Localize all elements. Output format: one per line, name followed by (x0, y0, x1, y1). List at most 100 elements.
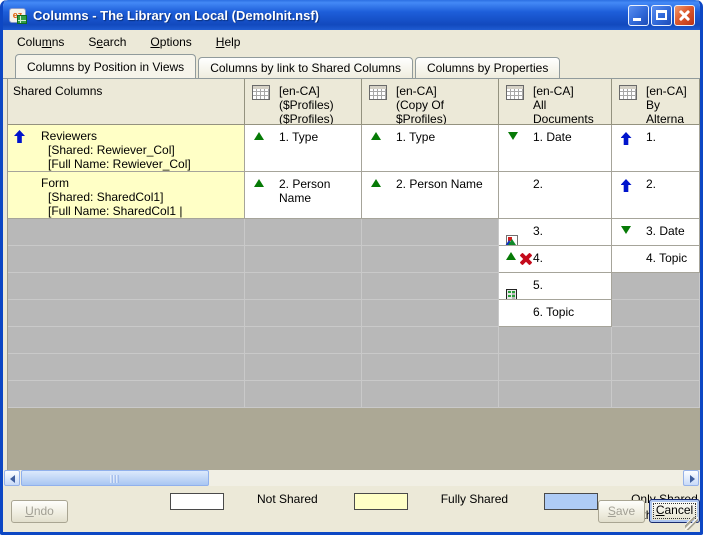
tab-columns-by-link[interactable]: Columns by link to Shared Columns (198, 57, 413, 78)
legend-fully-shared: Fully Shared (354, 491, 508, 523)
shared-column-form[interactable]: Form[Shared: SharedCol1][Full Name: Shar… (8, 172, 245, 219)
resize-grip-icon[interactable] (685, 517, 698, 530)
cell-r2-by-alterna[interactable]: 2. (612, 172, 700, 219)
scroll-right-icon (690, 475, 695, 483)
menu-columns[interactable]: Columns (11, 32, 70, 52)
cell-r2-copy-profiles[interactable]: 2. Person Name (362, 172, 499, 219)
image-column-icon (506, 235, 518, 246)
header-view-copy-of-profiles[interactable]: [en-CA](Copy Of $Profiles)($Profiles) (362, 79, 499, 125)
shared-link-arrow-icon (621, 132, 632, 145)
legend-not-shared: Not Shared (170, 491, 318, 523)
empty-cell (8, 273, 245, 300)
tab-columns-by-position[interactable]: Columns by Position in Views (15, 54, 196, 78)
horizontal-scrollbar[interactable] (3, 470, 700, 486)
empty-cell (245, 246, 362, 273)
cell-r1-by-alterna[interactable]: 1. (612, 125, 700, 172)
window-title: Columns - The Library on Local (DemoInit… (33, 8, 628, 23)
tab-columns-by-properties[interactable]: Columns by Properties (415, 57, 560, 78)
cell-r3-all-documents[interactable]: 3. (499, 219, 612, 246)
empty-cell (362, 246, 499, 273)
empty-cell (362, 219, 499, 246)
header-view-profiles[interactable]: [en-CA]($Profiles)($Profiles) (245, 79, 362, 125)
shared-link-arrow-icon (621, 179, 632, 192)
legend-swatch-not-shared (170, 493, 224, 510)
minimize-button[interactable] (628, 5, 649, 26)
empty-cell (362, 327, 499, 354)
cell-r6-all-documents[interactable]: 6. Topic (499, 300, 612, 327)
empty-cell (362, 381, 499, 408)
empty-cell (612, 381, 700, 408)
menu-options[interactable]: Options (144, 32, 197, 52)
legend-swatch-fully-shared (354, 493, 408, 510)
columns-table: Shared Columns [en-CA]($Profiles)($Profi… (7, 79, 700, 470)
columns-table-area: Shared Columns [en-CA]($Profiles)($Profi… (3, 78, 700, 470)
view-grid-icon (369, 85, 387, 100)
empty-cell (245, 381, 362, 408)
view-grid-icon (506, 85, 524, 100)
sort-descending-icon (508, 132, 518, 140)
save-button[interactable]: Save (598, 500, 645, 523)
maximize-icon (656, 10, 667, 20)
empty-cell (499, 381, 612, 408)
view-grid-icon (252, 85, 270, 100)
cell-r4-all-documents[interactable]: 4. (499, 246, 612, 273)
empty-cell (612, 327, 700, 354)
menu-help[interactable]: Help (210, 32, 247, 52)
empty-cell (8, 354, 245, 381)
header-shared-columns: Shared Columns (8, 79, 245, 125)
empty-cell (8, 219, 245, 246)
empty-cell (499, 354, 612, 381)
sort-ascending-icon (254, 132, 264, 140)
empty-cell (499, 327, 612, 354)
empty-cell (362, 354, 499, 381)
sort-descending-icon (621, 226, 631, 234)
form-window-icon (506, 289, 517, 300)
empty-cell (245, 327, 362, 354)
sort-ascending-icon (371, 179, 381, 187)
empty-cell (245, 219, 362, 246)
empty-cell (8, 327, 245, 354)
sort-ascending-icon (506, 252, 516, 260)
scroll-left-icon (10, 475, 15, 483)
cell-r2-all-documents[interactable]: 2. (499, 172, 612, 219)
cell-r1-profiles[interactable]: 1. Type (245, 125, 362, 172)
scroll-right-button[interactable] (683, 470, 699, 486)
header-view-by-alterna[interactable]: [en-CA]By AlternaBy Alterna (612, 79, 700, 125)
sort-ascending-icon (371, 132, 381, 140)
sort-ascending-icon (254, 179, 264, 187)
empty-cell (8, 246, 245, 273)
titlebar[interactable]: ez Columns - The Library on Local (DemoI… (3, 0, 700, 30)
cell-r4-by-alterna[interactable]: 4. Topic (612, 246, 700, 273)
header-view-all-documents[interactable]: [en-CA]All Documents($All) (499, 79, 612, 125)
invalid-column-icon (519, 252, 532, 265)
menubar: Columns Search Options Help (3, 30, 700, 53)
app-window: ez Columns - The Library on Local (DemoI… (0, 0, 703, 535)
scroll-left-button[interactable] (4, 470, 20, 486)
empty-cell (612, 300, 700, 327)
empty-cell (612, 354, 700, 381)
empty-cell (245, 273, 362, 300)
empty-cell (245, 300, 362, 327)
menu-search[interactable]: Search (82, 32, 132, 52)
empty-cell (245, 354, 362, 381)
cell-r2-profiles[interactable]: 2. Person Name (245, 172, 362, 219)
cell-r1-copy-profiles[interactable]: 1. Type (362, 125, 499, 172)
view-grid-icon (619, 85, 637, 100)
maximize-button[interactable] (651, 5, 672, 26)
app-icon: ez (9, 8, 26, 23)
workspace-filler (8, 408, 700, 470)
empty-cell (362, 300, 499, 327)
undo-button[interactable]: Undo (11, 500, 68, 523)
cell-r1-all-documents[interactable]: 1. Date (499, 125, 612, 172)
close-button[interactable] (674, 5, 695, 26)
footer-bar: Undo Not Shared Fully Shared Only Shared… (3, 486, 700, 532)
scrollbar-thumb[interactable] (21, 470, 209, 486)
tab-strip: Columns by Position in Views Columns by … (3, 53, 700, 78)
cell-r5-all-documents[interactable]: 5. (499, 273, 612, 300)
empty-cell (8, 381, 245, 408)
shared-link-arrow-icon (14, 130, 25, 143)
minimize-icon (633, 18, 641, 21)
empty-cell (612, 273, 700, 300)
cell-r3-by-alterna[interactable]: 3. Date (612, 219, 700, 246)
shared-column-reviewers[interactable]: Reviewers[Shared: Rewiever_Col][Full Nam… (8, 125, 245, 172)
